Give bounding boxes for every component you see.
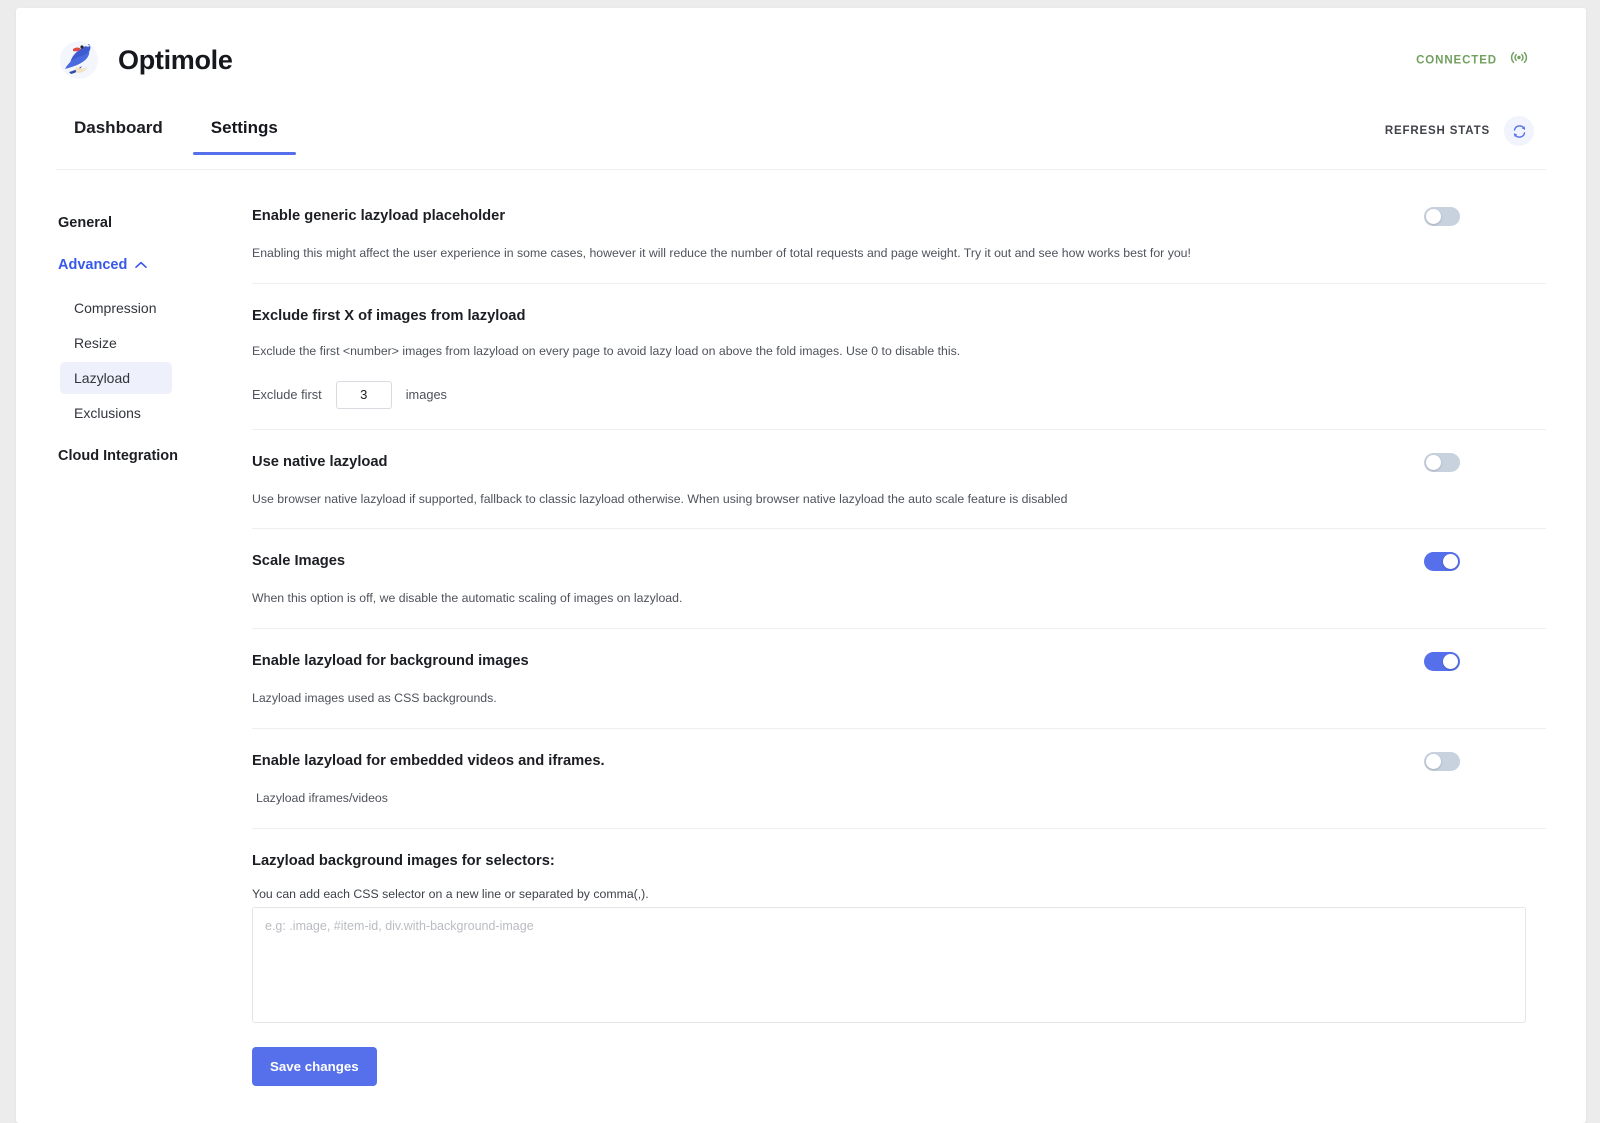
selectors-textarea[interactable] [252, 906, 1526, 1023]
sidebar-item-exclusions[interactable]: Exclusions [60, 397, 172, 429]
settings-sidebar: General Advanced Compression Resize Lazy… [56, 170, 246, 1106]
save-changes-button[interactable]: Save changes [252, 1046, 377, 1086]
connection-status-label: CONNECTED [1416, 54, 1497, 66]
setting-scale-images: Scale Images When this option is off, we… [252, 528, 1546, 628]
sidebar-item-lazyload[interactable]: Lazyload [60, 362, 172, 394]
setting-header: Enable lazyload for embedded videos and … [252, 751, 1546, 772]
sidebar-item-advanced[interactable]: Advanced [56, 250, 246, 280]
setting-lazyload-background-selectors: Lazyload background images for selectors… [252, 827, 1546, 1106]
connection-status: CONNECTED [1416, 50, 1530, 71]
setting-header: Scale Images [252, 551, 1546, 572]
setting-header: Use native lazyload [252, 452, 1546, 472]
setting-header: Enable lazyload for background images [252, 651, 1546, 672]
setting-title: Lazyload background images for selectors… [252, 852, 555, 869]
setting-description: Use browser native lazyload if supported… [252, 491, 1068, 506]
optimole-bird-logo-icon [56, 36, 104, 84]
exclude-first-field-group: Exclude first images [252, 380, 1546, 409]
setting-title: Scale Images [252, 553, 346, 570]
setting-header: Lazyload background images for selectors… [252, 851, 1546, 869]
refresh-stats-label[interactable]: REFRESH STATS [1385, 125, 1490, 137]
setting-description: Exclude the first <number> images from l… [252, 343, 961, 358]
refresh-stats-control: REFRESH STATS [1385, 116, 1534, 146]
tab-settings[interactable]: Settings [192, 112, 296, 155]
selectors-description: You can add each CSS selector on a new l… [252, 886, 649, 901]
refresh-circular-arrow-icon[interactable] [1504, 116, 1534, 146]
sidebar-item-advanced-label: Advanced [58, 257, 128, 273]
app-header: Optimole CONNECTED [16, 8, 1586, 112]
exclude-first-suffix-label: images [405, 387, 447, 403]
toggle-knob [1426, 754, 1441, 770]
page-body: General Advanced Compression Resize Lazy… [16, 170, 1586, 1106]
toggle-enable-generic-lazyload-placeholder[interactable] [1424, 207, 1460, 226]
setting-title: Enable lazyload for background images [252, 653, 529, 670]
setting-use-native-lazyload: Use native lazyload Use browser native l… [252, 428, 1546, 529]
setting-description: When this option is off, we disable the … [252, 591, 683, 606]
setting-title: Use native lazyload [252, 453, 388, 470]
setting-enable-generic-lazyload-placeholder: Enable generic lazyload placeholder Enab… [252, 184, 1546, 283]
setting-description: Lazyload images used as CSS backgrounds. [252, 691, 497, 706]
toggle-enable-lazyload-background-images[interactable] [1424, 652, 1460, 672]
setting-enable-lazyload-videos-iframes: Enable lazyload for embedded videos and … [252, 728, 1546, 828]
setting-header: Exclude first X of images from lazyload [252, 306, 1546, 324]
toggle-knob [1443, 654, 1458, 670]
toggle-scale-images[interactable] [1424, 552, 1460, 572]
app-title: Optimole [118, 44, 233, 75]
sidebar-item-general[interactable]: General [56, 208, 246, 238]
toggle-use-native-lazyload[interactable] [1424, 452, 1460, 472]
sidebar-item-compression[interactable]: Compression [60, 292, 172, 324]
toggle-knob [1443, 554, 1458, 570]
brand: Optimole [56, 36, 233, 84]
sidebar-item-resize[interactable]: Resize [60, 327, 172, 359]
toggle-enable-lazyload-videos-iframes[interactable] [1424, 752, 1460, 772]
main-tabs: Dashboard Settings REFRESH STATS [56, 112, 1546, 170]
setting-title: Enable lazyload for embedded videos and … [252, 753, 605, 770]
exclude-first-input[interactable] [335, 380, 392, 409]
sidebar-item-cloud-integration[interactable]: Cloud Integration [56, 441, 246, 471]
setting-enable-lazyload-background-images: Enable lazyload for background images La… [252, 628, 1546, 728]
tab-dashboard[interactable]: Dashboard [56, 112, 181, 154]
setting-title: Exclude first X of images from lazyload [252, 307, 526, 324]
toggle-knob [1426, 454, 1441, 470]
setting-title: Enable generic lazyload placeholder [252, 208, 506, 224]
app-window: Optimole CONNECTED Dashboard Settings RE… [16, 8, 1586, 1123]
chevron-up-icon [135, 257, 148, 273]
setting-description: Enabling this might affect the user expe… [252, 246, 1191, 260]
setting-header: Enable generic lazyload placeholder [252, 206, 1546, 226]
toggle-knob [1426, 209, 1441, 224]
setting-description: Lazyload iframes/videos [256, 791, 388, 806]
exclude-first-prefix-label: Exclude first [252, 387, 322, 403]
broadcast-signal-icon [1508, 50, 1530, 71]
settings-content: Enable generic lazyload placeholder Enab… [246, 170, 1546, 1106]
setting-exclude-first-x-images: Exclude first X of images from lazyload … [252, 282, 1546, 429]
